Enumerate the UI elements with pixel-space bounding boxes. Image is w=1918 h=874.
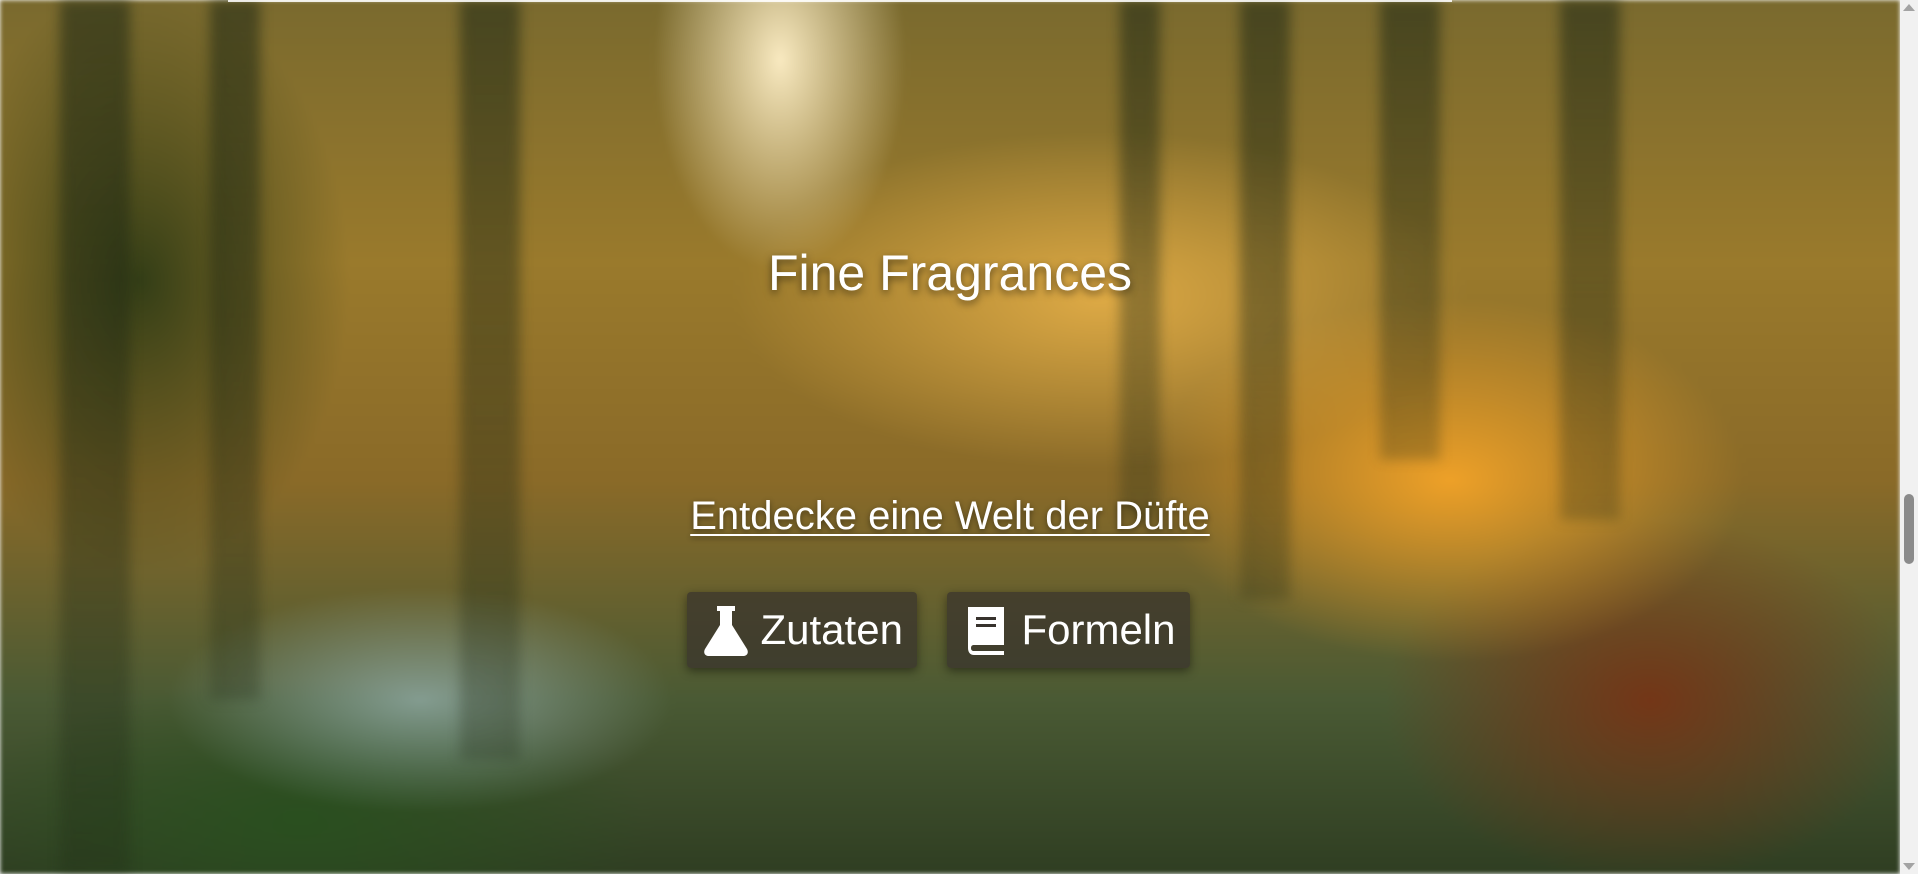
action-buttons: Zutaten Formeln	[0, 592, 1900, 668]
header-divider	[228, 0, 1452, 2]
scroll-up-icon[interactable]	[1903, 4, 1915, 11]
page-title: Fine Fragrances	[767, 245, 1133, 301]
page: Fine Fragrances Entdecke eine Welt der D…	[0, 0, 1918, 874]
formulas-button-label: Formeln	[1021, 606, 1176, 653]
ingredients-button[interactable]: Zutaten	[686, 592, 917, 668]
scroll-down-icon[interactable]	[1903, 863, 1915, 870]
flask-icon	[701, 603, 751, 657]
scrollbar-thumb[interactable]	[1904, 494, 1914, 564]
book-icon	[961, 603, 1012, 657]
tagline[interactable]: Entdecke eine Welt der Düfte	[0, 494, 1900, 539]
tagline-link[interactable]: Entdecke eine Welt der Düfte	[690, 494, 1210, 538]
formulas-button[interactable]: Formeln	[946, 592, 1190, 668]
vertical-scrollbar[interactable]	[1900, 0, 1918, 874]
ingredients-button-label: Zutaten	[760, 606, 903, 653]
